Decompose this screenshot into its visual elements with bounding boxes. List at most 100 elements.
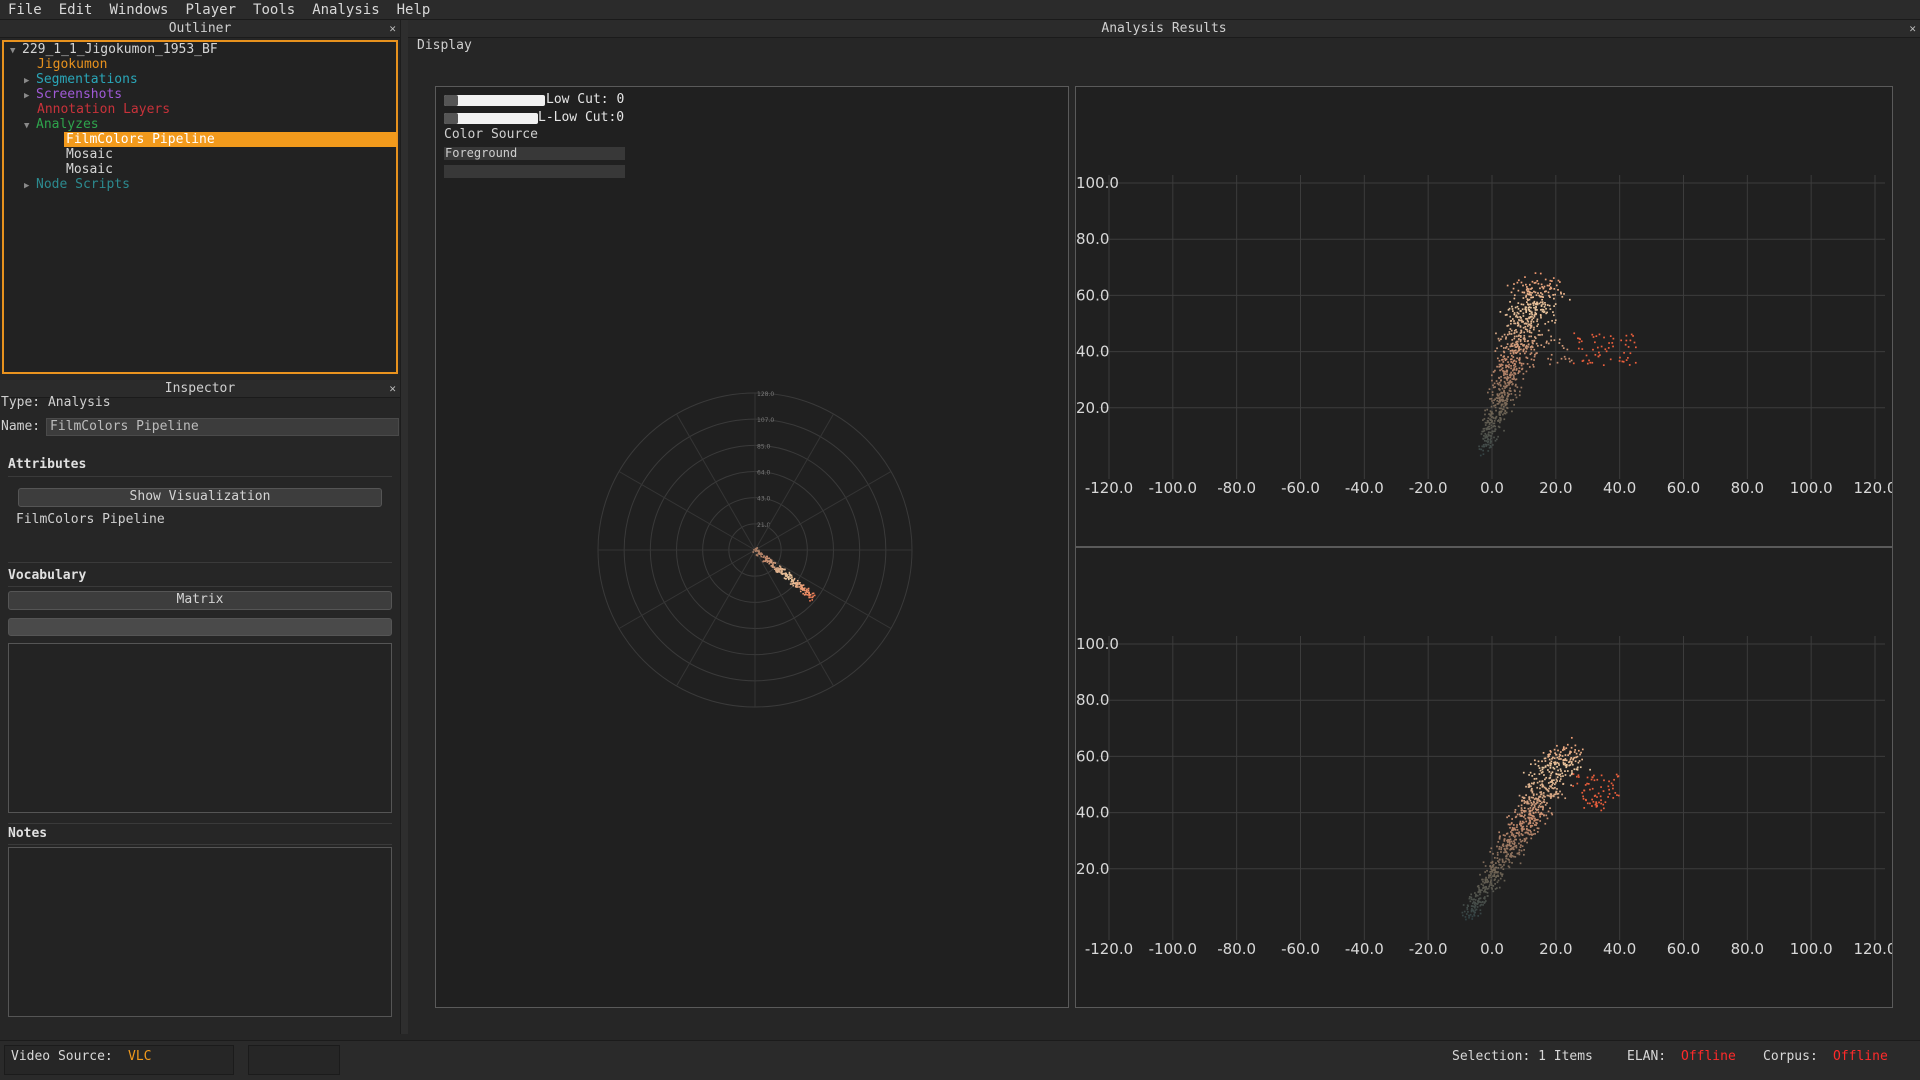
vocabulary-selector[interactable]: [8, 618, 392, 636]
results-close-icon[interactable]: ✕: [1909, 20, 1916, 38]
scatter-point: [1498, 846, 1501, 848]
scatter-point: [1519, 325, 1522, 327]
scatter-point: [1526, 330, 1529, 333]
scatter-point: [1513, 294, 1516, 297]
scatter-point: [1490, 419, 1492, 422]
color-source-dropdown[interactable]: Foreground: [444, 147, 625, 160]
scatter-point: [1519, 340, 1522, 343]
outliner-tree[interactable]: ▼ 229_1_1_Jigokumon_1953_BF Jigokumon ▶ Se…: [2, 40, 398, 374]
tree-item-screenshots[interactable]: ▶ Screenshots: [24, 87, 122, 102]
tree-item-segmentations[interactable]: ▶ Segmentations: [24, 72, 138, 87]
video-source-value[interactable]: VLC: [128, 1049, 151, 1064]
tree-item-jigokumon[interactable]: Jigokumon: [37, 57, 107, 72]
menu-analysis[interactable]: Analysis: [304, 0, 388, 20]
menu-tools[interactable]: Tools: [245, 0, 304, 20]
scatter-point: [1610, 782, 1613, 785]
scatter-point: [1548, 294, 1550, 297]
l-low-cut-slider-handle[interactable]: [444, 113, 458, 124]
scatter-point: [1612, 784, 1614, 787]
menu-player[interactable]: Player: [177, 0, 245, 20]
scatter-point: [1473, 914, 1476, 917]
notes-textarea[interactable]: [8, 847, 392, 1017]
scatter-point: [1502, 370, 1505, 373]
polar-point: [810, 596, 812, 599]
tree-item-filmcolors-pipeline[interactable]: FilmColors Pipeline: [64, 132, 397, 147]
scatter-point: [1497, 841, 1500, 843]
inspector-name-field[interactable]: FilmColors Pipeline: [46, 418, 399, 436]
menu-edit[interactable]: Edit: [51, 0, 102, 20]
tree-item-analyzes[interactable]: ▼ Analyzes: [24, 117, 99, 132]
low-cut-slider-handle[interactable]: [444, 95, 458, 106]
scatter-point: [1510, 361, 1513, 363]
scatter-point: [1523, 340, 1526, 343]
scatter-point: [1474, 899, 1477, 901]
tab-display[interactable]: Display: [417, 38, 472, 53]
scatter-point: [1494, 406, 1497, 409]
scatter-point: [1508, 383, 1510, 386]
chevron-right-icon[interactable]: ▶: [24, 179, 36, 194]
polar-chart[interactable]: 21.0 43.0 64.0 85.0 107.0 128.0: [436, 87, 1068, 1007]
scatter-point: [1505, 345, 1508, 348]
chevron-down-icon[interactable]: ▼: [10, 44, 22, 59]
scatter-point: [1499, 365, 1502, 368]
scatter-point: [1546, 802, 1548, 804]
scatter-point: [1479, 897, 1481, 900]
polar-point: [781, 568, 784, 570]
scatter-point: [1496, 397, 1499, 400]
panel-splitter[interactable]: [400, 20, 408, 1034]
low-cut-slider[interactable]: [444, 95, 545, 106]
scatter-point: [1632, 335, 1634, 337]
x-tick-label: -60.0: [1281, 479, 1320, 497]
scatter-point: [1519, 846, 1522, 848]
scatter-point: [1541, 771, 1544, 773]
show-visualization-button[interactable]: Show Visualization: [18, 488, 382, 507]
scatter-point: [1557, 749, 1559, 752]
polar-point: [765, 557, 767, 560]
scatter-point: [1521, 845, 1524, 848]
scatter-point: [1537, 798, 1540, 800]
scatter-point: [1514, 838, 1516, 841]
scatter-point: [1491, 444, 1494, 446]
vocabulary-list[interactable]: [8, 643, 392, 813]
scatter-point: [1624, 343, 1627, 346]
tree-item-annotation-layers[interactable]: Annotation Layers: [37, 102, 170, 117]
scatter-point: [1581, 791, 1584, 794]
scatter-point: [1514, 372, 1516, 375]
scatter-chart-top[interactable]: -120.0 -100.0 -80.0 -60.0 -40.0 -20.0 0.0 20.0 4…: [1076, 87, 1892, 546]
tree-item-node-scripts[interactable]: ▶ Node Scripts: [24, 177, 130, 192]
menu-help[interactable]: Help: [389, 0, 440, 20]
menu-file[interactable]: File: [0, 0, 51, 20]
scatter-point: [1525, 785, 1527, 788]
scatter-point: [1533, 290, 1535, 293]
scatter-point: [1529, 353, 1532, 356]
empty-dropdown[interactable]: [444, 165, 625, 178]
l-low-cut-slider[interactable]: [444, 113, 538, 124]
scatter-point: [1518, 338, 1520, 340]
polar-point: [778, 565, 781, 567]
scatter-point: [1483, 902, 1486, 904]
scatter-point: [1527, 288, 1530, 290]
chevron-down-icon[interactable]: ▼: [24, 119, 36, 134]
tree-item-mosaic-2[interactable]: Mosaic: [66, 162, 113, 177]
tree-item-mosaic-1[interactable]: Mosaic: [66, 147, 113, 162]
scatter-point: [1501, 335, 1504, 338]
scatter-chart-bottom[interactable]: -120.0 -100.0 -80.0 -60.0 -40.0 -20.0 0.0 20.0 4…: [1076, 548, 1892, 1007]
scatter-point: [1495, 332, 1497, 335]
scatter-point: [1488, 446, 1491, 449]
scatter-point: [1591, 776, 1594, 779]
scatter-point: [1530, 801, 1533, 804]
x-tick-label: -120.0: [1085, 479, 1133, 497]
outliner-close-icon[interactable]: ✕: [389, 20, 396, 38]
scatter-point: [1506, 373, 1509, 376]
chevron-right-icon[interactable]: ▶: [24, 89, 36, 104]
scatter-point: [1525, 344, 1528, 347]
polar-point: [806, 591, 809, 593]
matrix-button[interactable]: Matrix: [8, 591, 392, 610]
menu-windows[interactable]: Windows: [101, 0, 177, 20]
scatter-point: [1530, 831, 1532, 833]
scatter-point: [1536, 318, 1539, 321]
inspector-close-icon[interactable]: ✕: [389, 380, 396, 398]
scatter-point: [1498, 339, 1501, 342]
scatter-point: [1561, 755, 1564, 757]
tree-root[interactable]: ▼ 229_1_1_Jigokumon_1953_BF: [10, 42, 218, 57]
